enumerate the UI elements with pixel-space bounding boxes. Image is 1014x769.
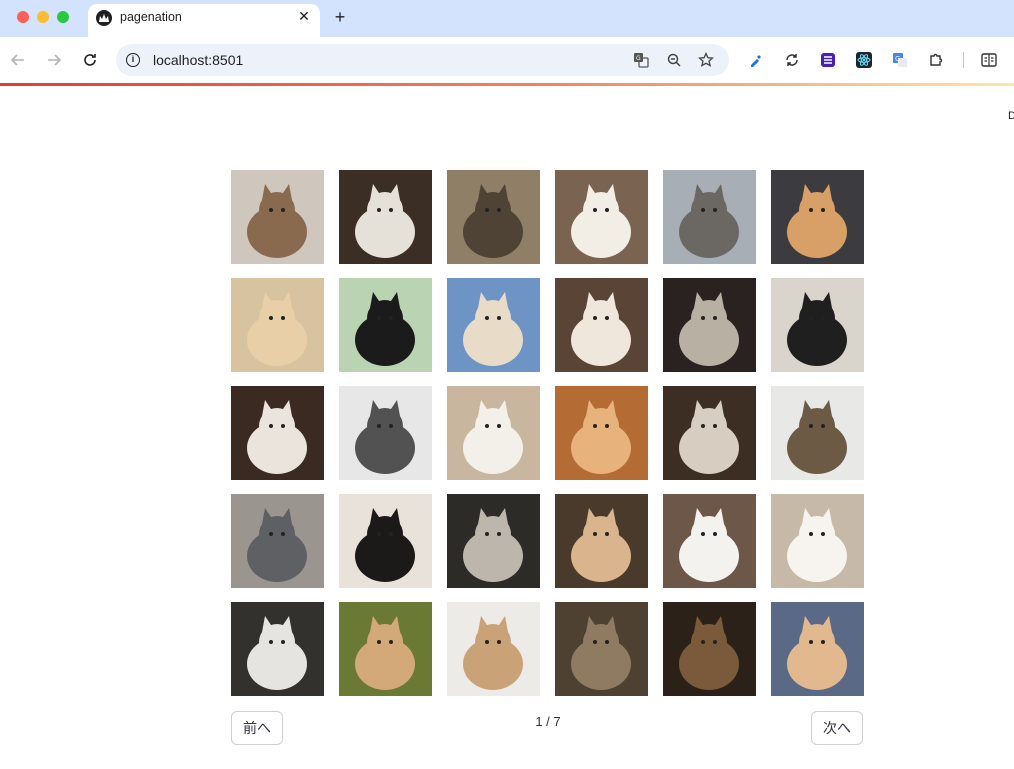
cat-image-white-kitten bbox=[447, 386, 540, 480]
maximize-window-button[interactable] bbox=[57, 11, 69, 23]
dropper-extension-icon[interactable] bbox=[747, 51, 765, 69]
edge-text: D bbox=[1008, 110, 1014, 122]
svg-text:G: G bbox=[895, 55, 900, 63]
cat-image-fluffy-white-cat bbox=[771, 494, 864, 588]
toolbar-separator bbox=[963, 52, 964, 68]
next-page-button[interactable]: 次へ bbox=[811, 711, 863, 745]
sync-extension-icon[interactable] bbox=[783, 51, 801, 69]
tab-close-icon[interactable]: ✕ bbox=[296, 8, 312, 24]
reload-icon[interactable] bbox=[80, 50, 100, 70]
cat-image-tabby-kitten-playing bbox=[339, 386, 432, 480]
cat-image-white-cat-sleeping-2 bbox=[663, 494, 756, 588]
cat-image-cats-cuddling bbox=[555, 278, 648, 372]
browser-toolbar: i localhost:8501 G G bbox=[0, 37, 1014, 83]
cat-image-cat-on-scratcher bbox=[555, 494, 648, 588]
cat-image-black-cat-stretching bbox=[339, 494, 432, 588]
streamlit-favicon-icon bbox=[96, 10, 112, 26]
cat-image-orange-cat-staring bbox=[339, 602, 432, 696]
cat-image-tabby-white-cat bbox=[663, 278, 756, 372]
site-info-icon[interactable]: i bbox=[126, 53, 140, 67]
cat-image-cat-on-table bbox=[663, 386, 756, 480]
svg-text:G: G bbox=[636, 55, 641, 62]
cat-image-cream-cat-blanket bbox=[771, 602, 864, 696]
address-bar[interactable]: i localhost:8501 G bbox=[116, 44, 729, 76]
cat-image-orange-white-cat bbox=[231, 278, 324, 372]
cat-image-fluffy-cat-in-sink bbox=[447, 602, 540, 696]
page-indicator: 1 / 7 bbox=[535, 714, 561, 729]
cat-image-orange-cat-sitting bbox=[771, 170, 864, 264]
browser-tab-strip: pagenation ✕ + bbox=[0, 0, 1014, 37]
cat-image-maine-coon-face bbox=[555, 602, 648, 696]
cat-image-tabby-on-shelf bbox=[771, 386, 864, 480]
reading-mode-icon[interactable] bbox=[980, 51, 998, 69]
minimize-window-button[interactable] bbox=[37, 11, 49, 23]
cat-image-black-cat-blanket bbox=[339, 278, 432, 372]
cat-image-tuxedo-cat-standing bbox=[771, 278, 864, 372]
cat-image-tabby-closeup bbox=[447, 170, 540, 264]
bookmark-star-icon[interactable] bbox=[697, 51, 715, 69]
cat-image-white-cat-sleeping bbox=[231, 386, 324, 480]
stack-extension-icon[interactable] bbox=[819, 51, 837, 69]
cat-image-cat-being-petted bbox=[339, 170, 432, 264]
previous-page-button[interactable]: 前へ bbox=[231, 711, 283, 745]
google-translate-extension-icon[interactable]: G bbox=[891, 51, 909, 69]
cat-image-cat-on-box bbox=[447, 494, 540, 588]
new-tab-button[interactable]: + bbox=[330, 7, 350, 27]
close-window-button[interactable] bbox=[17, 11, 29, 23]
cat-image-cat-face-sky bbox=[447, 278, 540, 372]
translate-icon[interactable]: G bbox=[632, 51, 650, 69]
cat-image-orange-cat-closeup bbox=[555, 386, 648, 480]
browser-tab[interactable]: pagenation ✕ bbox=[88, 4, 320, 37]
cat-image-tortoiseshell-cat bbox=[663, 602, 756, 696]
cat-image-cat-lying-floor bbox=[663, 170, 756, 264]
zoom-out-icon[interactable] bbox=[665, 51, 683, 69]
forward-arrow-icon[interactable] bbox=[44, 50, 64, 70]
back-arrow-icon[interactable] bbox=[8, 50, 28, 70]
react-devtools-icon[interactable] bbox=[855, 51, 873, 69]
cat-image-black-white-cat-sleeping bbox=[231, 602, 324, 696]
url-text: localhost:8501 bbox=[153, 52, 244, 68]
extensions-puzzle-icon[interactable] bbox=[927, 51, 945, 69]
cat-image-grey-white-cat-rug bbox=[231, 494, 324, 588]
cat-image-scottish-fold bbox=[555, 170, 648, 264]
tab-title: pagenation bbox=[120, 10, 182, 24]
cat-image-grid bbox=[231, 170, 864, 696]
page-load-progress-bar bbox=[0, 83, 1014, 86]
cat-image-cat-on-cat-tower bbox=[231, 170, 324, 264]
